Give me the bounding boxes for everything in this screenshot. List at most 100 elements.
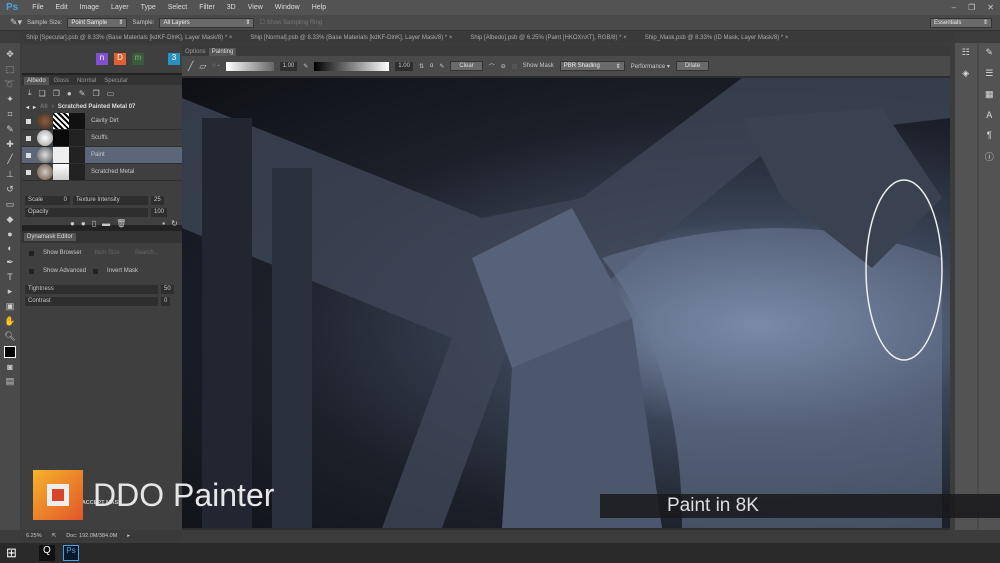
minimize-icon[interactable]: –: [946, 3, 962, 12]
brush-icon[interactable]: ✎: [79, 89, 86, 98]
doc-tab[interactable]: Ship [Normal].psb @ 8.33% (Base Material…: [250, 35, 452, 41]
layer-visibility-checkbox[interactable]: [26, 118, 31, 124]
save-icon[interactable]: ▪: [162, 219, 165, 228]
path-select-icon[interactable]: ▸: [8, 286, 13, 297]
marquee-tool-icon[interactable]: ⬚: [6, 64, 15, 75]
windows-start-icon[interactable]: ⊞: [6, 545, 17, 561]
flow-gradient-slider[interactable]: [314, 61, 390, 71]
sample-select[interactable]: All Layers ⇕: [159, 17, 255, 28]
shape-tool-icon[interactable]: ▣: [6, 301, 15, 312]
menu-view[interactable]: View: [242, 4, 269, 11]
layer-item[interactable]: Cavity Dirt: [22, 113, 182, 130]
layer-visibility-checkbox[interactable]: [26, 152, 31, 158]
photoshop-taskbar-icon[interactable]: Ps: [62, 545, 79, 561]
brush-preset-icon[interactable]: ◌ -: [212, 63, 219, 69]
flow-value[interactable]: 1.00: [395, 61, 413, 71]
bucket-tool-icon[interactable]: ◆: [7, 214, 14, 225]
forward-icon[interactable]: ▸: [33, 104, 36, 111]
trash-icon[interactable]: 🗑︎: [116, 219, 126, 228]
sphere-icon[interactable]: ●: [81, 219, 86, 228]
opacity-value[interactable]: 100: [151, 207, 168, 217]
menu-select[interactable]: Select: [162, 4, 193, 11]
new-icon[interactable]: ▯: [92, 219, 96, 228]
quicktime-icon[interactable]: Q: [38, 545, 55, 561]
refresh-icon[interactable]: ↻: [171, 219, 178, 228]
brush-icon[interactable]: ╱: [188, 61, 193, 72]
tab-gloss[interactable]: Gloss: [51, 77, 72, 85]
type-tool-icon[interactable]: T: [7, 272, 13, 282]
layer-visibility-checkbox[interactable]: [26, 169, 31, 175]
pressure-icon[interactable]: ✎: [303, 63, 308, 70]
healing-tool-icon[interactable]: ✚: [6, 139, 14, 150]
color-swatches[interactable]: [4, 346, 16, 358]
show-mask-checkbox[interactable]: [511, 63, 517, 69]
lasso-tool-icon[interactable]: ➰: [4, 79, 15, 90]
texture-intensity-slider[interactable]: Texture Intensity: [73, 195, 148, 205]
plugin-ndo[interactable]: n: [96, 53, 108, 65]
plugin-mdo[interactable]: m: [132, 53, 144, 65]
zoom-level[interactable]: 6.25%: [26, 533, 42, 539]
history-icon[interactable]: ▦: [985, 89, 994, 100]
performance-menu[interactable]: Performance ▾: [631, 63, 670, 70]
back-icon[interactable]: ◂: [26, 104, 29, 111]
history-brush-icon[interactable]: ↺: [6, 184, 14, 195]
eraser-icon[interactable]: ▱: [199, 61, 206, 72]
crop-tool-icon[interactable]: ⌗: [7, 109, 12, 120]
shading-select[interactable]: PBR Shading ⇕: [559, 61, 625, 71]
menu-window[interactable]: Window: [269, 4, 306, 11]
layer-item[interactable]: Paint: [22, 147, 182, 164]
menu-image[interactable]: Image: [74, 4, 105, 11]
doc-tab[interactable]: Ship_Mask.psb @ 8.33% (ID Mask, Layer Ma…: [645, 35, 789, 41]
tab-painting[interactable]: Painting: [208, 48, 237, 56]
copy-icon[interactable]: ❏: [39, 89, 46, 98]
contrast-value[interactable]: 0: [161, 296, 171, 306]
pressure2-icon[interactable]: ✎: [439, 63, 444, 70]
menu-3d[interactable]: 3D: [221, 4, 242, 11]
contrast-slider[interactable]: Contrast: [25, 296, 158, 306]
quick-mask-icon[interactable]: ◙: [7, 362, 12, 372]
plugin-ddo[interactable]: D: [114, 53, 126, 65]
share-icon[interactable]: ⇱: [52, 533, 57, 539]
doc-tab[interactable]: Ship [Albedo].psb @ 6.25% (Paint [HKOXnX…: [470, 35, 626, 41]
paragraph-icon[interactable]: ¶: [987, 130, 992, 140]
curve-icon[interactable]: ⌒: [489, 62, 495, 71]
layer-item[interactable]: Scuffs: [22, 130, 182, 147]
menu-filter[interactable]: Filter: [193, 4, 221, 11]
eyedropper-tool-icon[interactable]: ✎: [6, 124, 14, 135]
opacity-value[interactable]: 1.00: [279, 61, 298, 71]
sample-size-select[interactable]: Point Sample ⇕: [67, 17, 128, 28]
layer-visibility-checkbox[interactable]: [26, 135, 31, 141]
tightness-slider[interactable]: Tightness: [25, 284, 158, 294]
opacity-gradient-slider[interactable]: [225, 61, 274, 71]
stamp-tool-icon[interactable]: ⊥: [6, 169, 14, 180]
tab-normal[interactable]: Normal: [74, 77, 99, 85]
move-tool-icon[interactable]: ✥: [6, 49, 14, 60]
tab-options[interactable]: Options: [182, 48, 209, 56]
search-input[interactable]: Search...: [135, 250, 159, 256]
dodge-tool-icon[interactable]: ◐: [7, 243, 12, 253]
breadcrumb-all[interactable]: All: [40, 104, 48, 110]
menu-type[interactable]: Type: [135, 4, 162, 11]
sampling-ring-checkbox[interactable]: ☐ Show Sampling Ring: [259, 19, 322, 26]
zoom-tool-icon[interactable]: 🔍︎: [4, 331, 15, 342]
eyedropper-icon[interactable]: ✎▾: [10, 17, 22, 28]
blur-tool-icon[interactable]: ●: [7, 229, 12, 239]
tightness-value[interactable]: 50: [161, 284, 174, 294]
texture-intensity-value[interactable]: 25: [151, 195, 164, 205]
plugin-3do[interactable]: 3: [168, 53, 180, 65]
doc-tab[interactable]: Ship [Specular].psb @ 8.33% (Base Materi…: [26, 35, 232, 41]
opacity-slider[interactable]: Opacity: [25, 207, 148, 217]
menu-file[interactable]: File: [26, 4, 49, 11]
menu-layer[interactable]: Layer: [105, 4, 135, 11]
show-advanced-checkbox[interactable]: [29, 268, 34, 274]
clear-button[interactable]: Clear: [450, 61, 483, 71]
symmetry-icon[interactable]: ⇅: [419, 63, 424, 70]
dilate-button[interactable]: Dilate: [675, 61, 710, 71]
eraser-tool-icon[interactable]: ▭: [6, 199, 15, 210]
add-icon[interactable]: ●: [70, 219, 75, 228]
restore-icon[interactable]: ❐: [962, 3, 981, 12]
show-browser-checkbox[interactable]: [29, 250, 34, 256]
invert-mask-checkbox[interactable]: [93, 268, 99, 274]
magic-wand-icon[interactable]: ✦: [6, 94, 14, 105]
scale-slider[interactable]: Scale 0: [25, 195, 70, 205]
